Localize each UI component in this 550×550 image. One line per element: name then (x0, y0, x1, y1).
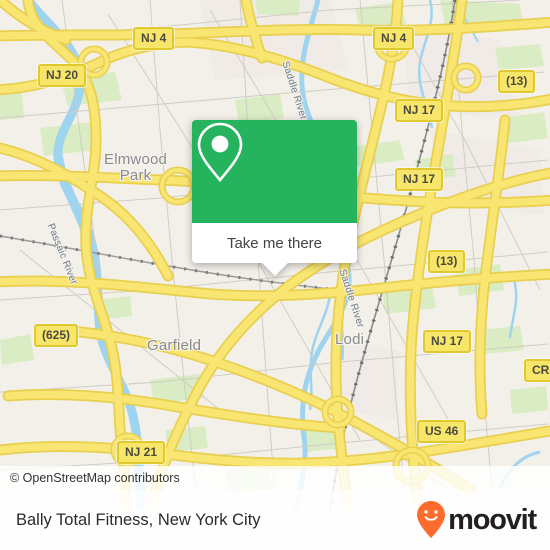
place-label-line: Park (119, 167, 152, 184)
map-screenshot: Elmwood Park Garfield Lodi Saddle River … (0, 0, 550, 550)
road-shield-nj21[interactable]: NJ 21 (117, 441, 166, 464)
map-pin-icon (197, 122, 243, 183)
attribution-text[interactable]: © OpenStreetMap contributors (0, 471, 180, 485)
place-label-line: Elmwood (104, 151, 168, 168)
road-shield-nj17[interactable]: NJ 17 (395, 99, 444, 122)
map-canvas[interactable]: Elmwood Park Garfield Lodi Saddle River … (0, 0, 550, 510)
moovit-logo[interactable]: moovit (416, 500, 537, 540)
place-label-garfield: Garfield (147, 337, 202, 354)
road-shield-nj17[interactable]: NJ 17 (395, 168, 444, 191)
road-shield-nj4[interactable]: NJ 4 (133, 27, 175, 50)
moovit-wordmark: moovit (448, 503, 537, 536)
place-title: Bally Total Fitness, New York City (16, 510, 261, 529)
popup-pointer (261, 263, 288, 276)
road-shield-nj20[interactable]: NJ 20 (38, 64, 87, 87)
popup-header (192, 120, 357, 223)
moovit-pin-smiley-icon (417, 501, 446, 538)
place-label-elmwood-park: Elmwood Park (104, 152, 167, 184)
location-popup[interactable]: Take me there (192, 120, 357, 276)
road-shield-nj17[interactable]: NJ 17 (423, 330, 472, 353)
road-shield-625[interactable]: (625) (34, 324, 79, 347)
road-shield-13[interactable]: (13) (428, 250, 466, 273)
take-me-there-label: Take me there (226, 234, 323, 252)
footer-bar: Bally Total Fitness, New York City moovi… (0, 490, 550, 550)
road-shield-nj4[interactable]: NJ 4 (373, 27, 415, 50)
place-label-lodi: Lodi (335, 331, 365, 348)
road-shield-cr1[interactable]: CR 1 (524, 359, 550, 382)
road-shield-13[interactable]: (13) (498, 70, 536, 93)
road-shield-us46[interactable]: US 46 (417, 420, 467, 443)
popup-footer[interactable]: Take me there (192, 223, 357, 263)
map-attribution: © OpenStreetMap contributors (0, 466, 550, 490)
